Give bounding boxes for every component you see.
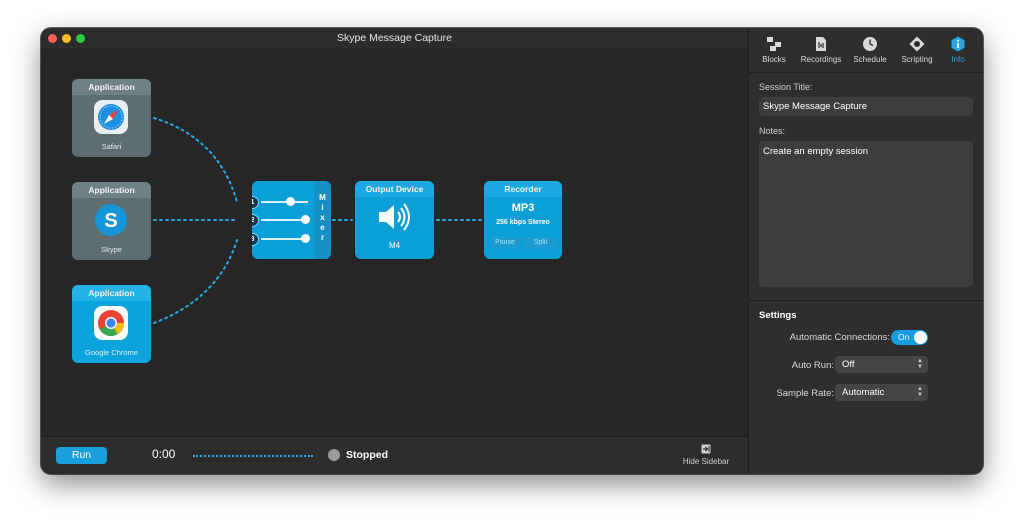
svg-text:S: S [104, 210, 117, 232]
mixer-input-number: 2 [252, 214, 259, 227]
mixer-label-strip: M i x e r [314, 181, 331, 259]
automatic-connections-label: Automatic Connections: [789, 332, 890, 343]
tab-blocks[interactable]: Blocks [752, 36, 796, 64]
app-window: Skype Message Capture Application Safari… [41, 28, 983, 474]
mixer-input-2[interactable]: 2 [252, 214, 314, 227]
elapsed-time: 0:00 [152, 447, 176, 461]
speaker-icon [379, 203, 410, 231]
inspector-sidebar: Blocks Recordings Schedule Scripting Inf… [748, 28, 983, 474]
tab-label: Info [951, 55, 965, 64]
mixer-letter: x [320, 213, 325, 222]
skype-icon: S [95, 204, 127, 236]
tab-label: Scripting [901, 55, 933, 64]
mixer-input-number: 3 [252, 233, 259, 246]
info-icon [951, 36, 965, 52]
tab-schedule[interactable]: Schedule [848, 36, 892, 64]
hide-sidebar-label: Hide Sidebar [682, 457, 730, 466]
node-header: Application [72, 79, 151, 95]
recorder-format: MP3 [511, 202, 535, 214]
mixer-letter: M [319, 193, 326, 202]
run-button[interactable]: Run [56, 447, 107, 464]
tab-label: Recordings [800, 55, 842, 64]
wire-safari-mixer [153, 117, 238, 203]
window-title: Skype Message Capture [337, 32, 452, 44]
tab-scripting[interactable]: Scripting [895, 36, 939, 64]
node-header: Application [72, 182, 151, 198]
status-indicator-icon [328, 449, 340, 461]
notes-field[interactable]: Create an empty session [759, 141, 973, 287]
node-header: Application [72, 285, 151, 301]
pause-button[interactable]: Pause [490, 237, 520, 249]
mixer-input-3[interactable]: 3 [252, 233, 314, 246]
chevron-updown-icon: ▲ ▼ [917, 386, 923, 398]
hide-sidebar-button[interactable]: Hide Sidebar [671, 444, 741, 466]
divider [749, 300, 983, 301]
mixer-letter: e [320, 223, 325, 232]
hide-sidebar-icon [701, 444, 711, 454]
blocks-icon [767, 37, 781, 51]
chevron-updown-icon: ▲ ▼ [917, 358, 923, 370]
tab-label: Schedule [853, 55, 887, 64]
split-button[interactable]: Split [525, 237, 556, 249]
chrome-icon [94, 306, 128, 340]
clock-icon [863, 37, 877, 51]
tab-label: Blocks [762, 55, 786, 64]
sidebar-tabs: Blocks Recordings Schedule Scripting Inf… [749, 28, 983, 73]
mixer-input-1[interactable]: 1 [252, 196, 314, 209]
scripting-icon [909, 36, 925, 52]
tab-info[interactable]: Info [936, 36, 980, 64]
session-canvas[interactable]: Application Safari Application S Skype A… [41, 48, 748, 436]
recordings-icon [816, 37, 826, 51]
sample-rate-label: Sample Rate: [776, 388, 834, 399]
node-header: Output Device [355, 181, 434, 197]
output-device-node[interactable]: Output Device M4 [355, 181, 434, 259]
select-value: Automatic [842, 387, 885, 398]
select-value: Off [842, 359, 855, 370]
settings-title: Settings [759, 310, 797, 321]
toggle-state: On [898, 332, 910, 342]
status-text: Stopped [346, 449, 388, 461]
chrome-application-node[interactable]: Application Google Chrome [72, 285, 151, 363]
session-title-label: Session Title: [759, 82, 813, 92]
level-meter [193, 455, 313, 457]
auto-run-label: Auto Run: [791, 360, 834, 371]
notes-label: Notes: [759, 126, 786, 136]
node-app-name: Google Chrome [85, 348, 138, 357]
mixer-level-track [261, 201, 308, 203]
skype-application-node[interactable]: Application S Skype [72, 182, 151, 260]
node-app-name: Skype [101, 245, 122, 254]
sample-rate-select[interactable]: Automatic ▲ ▼ [835, 384, 928, 401]
mixer-label: M i x e r [314, 181, 331, 243]
title-bar: Skype Message Capture [41, 28, 748, 48]
session-title-field[interactable]: Skype Message Capture [759, 97, 973, 116]
output-device-name: M4 [388, 241, 401, 250]
mixer-level-knob[interactable] [301, 234, 311, 243]
recorder-quality: 256 kbps Stereo [496, 219, 550, 226]
automatic-connections-toggle[interactable]: On [891, 330, 928, 345]
safari-application-node[interactable]: Application Safari [72, 79, 151, 157]
mixer-level-knob[interactable] [285, 197, 295, 206]
tab-recordings[interactable]: Recordings [799, 36, 843, 64]
auto-run-select[interactable]: Off ▲ ▼ [835, 356, 928, 373]
wire-chrome-mixer [153, 239, 238, 324]
node-app-name: Safari [101, 142, 122, 151]
mixer-letter: i [321, 203, 324, 212]
mixer-input-number: 1 [252, 196, 259, 209]
node-header: Recorder [484, 181, 562, 197]
mixer-letter: r [320, 233, 325, 242]
bottom-toolbar: Run 0:00 Stopped Hide Sidebar [41, 436, 748, 474]
recorder-node[interactable]: Recorder MP3 256 kbps Stereo Pause Split [484, 181, 562, 259]
safari-icon [94, 100, 128, 134]
toggle-knob [914, 331, 927, 344]
mixer-node[interactable]: M i x e r 1 2 3 [252, 181, 331, 259]
mixer-level-knob[interactable] [301, 215, 311, 224]
